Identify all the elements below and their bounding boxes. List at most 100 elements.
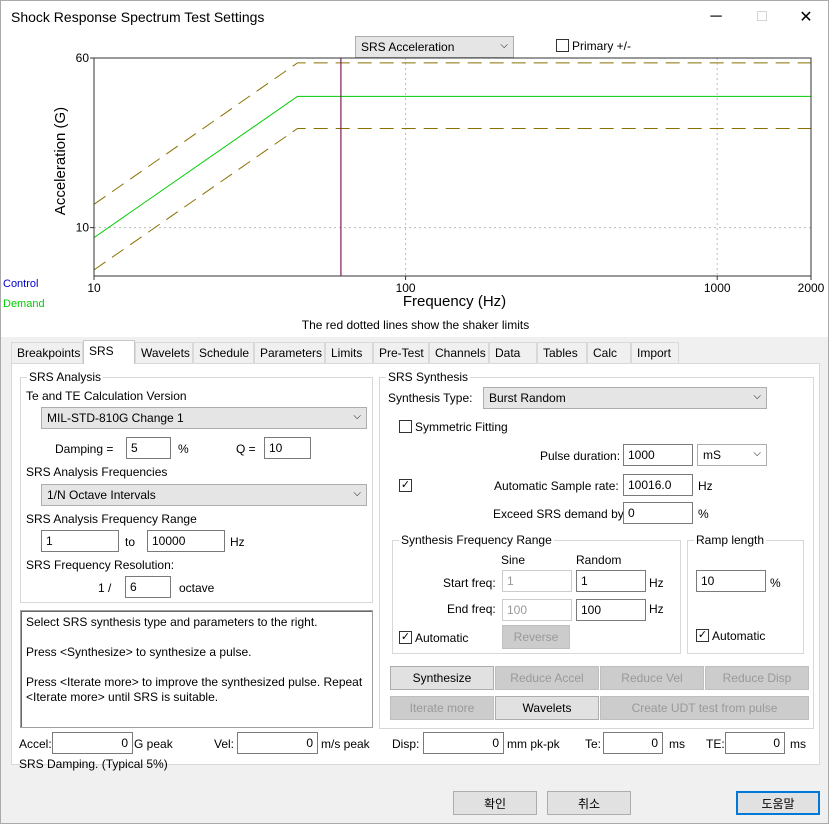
help-line-3a: Press <Iterate more> to improve the synt… bbox=[26, 675, 363, 689]
ramp-auto-checkbox[interactable]: ✓ bbox=[696, 629, 709, 642]
ramp-auto-label: Automatic bbox=[712, 629, 766, 643]
range-to-input[interactable]: 10000 bbox=[147, 530, 225, 552]
reduce-disp-button: Reduce Disp bbox=[705, 666, 809, 690]
tab-label: Schedule bbox=[199, 346, 250, 360]
dialog-window: Shock Response Spectrum Test Settings ─ … bbox=[0, 0, 829, 824]
te-big-unit: ms bbox=[790, 737, 806, 751]
chart-area: SRS Acceleration ⌵ Primary +/- 10 100 1000… bbox=[1, 33, 828, 337]
wavelets-button[interactable]: Wavelets bbox=[495, 696, 599, 720]
synthesis-type-value: Burst Random bbox=[489, 391, 566, 405]
version-select-value: MIL-STD-810G Change 1 bbox=[47, 411, 184, 425]
symmetric-label: Symmetric Fitting bbox=[415, 420, 508, 434]
te-small-readout: 0 bbox=[603, 732, 663, 754]
version-select[interactable]: MIL-STD-810G Change 1 ⌵ bbox=[41, 407, 367, 429]
synthesis-type-select[interactable]: Burst Random ⌵ bbox=[483, 387, 767, 409]
range-label: SRS Analysis Frequency Range bbox=[26, 512, 197, 526]
tab-calc[interactable]: Calc bbox=[587, 342, 631, 363]
tab-parameters[interactable]: Parameters bbox=[254, 342, 325, 363]
auto-sample-rate-checkbox[interactable]: ✓ bbox=[399, 479, 412, 492]
window-title: Shock Response Spectrum Test Settings bbox=[11, 9, 265, 25]
synthesize-button[interactable]: Synthesize bbox=[390, 666, 494, 690]
end-freq-label: End freq: bbox=[447, 602, 496, 616]
freq-auto-label: Automatic bbox=[415, 631, 469, 645]
te-small-unit: ms bbox=[669, 737, 685, 751]
damping-unit: % bbox=[178, 442, 189, 456]
tab-schedule[interactable]: Schedule bbox=[193, 342, 254, 363]
tab-srs[interactable]: SRS bbox=[83, 340, 135, 364]
ramp-length-group: Ramp length 10 % ✓ Automatic bbox=[687, 533, 804, 654]
tab-limits[interactable]: Limits bbox=[325, 342, 373, 363]
exceed-label: Exceed SRS demand by bbox=[493, 507, 624, 521]
pulse-unit-select[interactable]: mS ⌵ bbox=[697, 444, 767, 466]
help-line-3b: <Iterate more> until SRS is suitable. bbox=[26, 690, 219, 704]
te-big-readout: 0 bbox=[725, 732, 785, 754]
group-title: SRS Synthesis bbox=[386, 370, 471, 384]
resolution-label: SRS Frequency Resolution: bbox=[26, 558, 175, 572]
legend-control: Control bbox=[3, 278, 39, 290]
pulse-duration-label: Pulse duration: bbox=[540, 449, 621, 463]
pulse-duration-input[interactable]: 1000 bbox=[623, 444, 693, 466]
q-input[interactable]: 10 bbox=[264, 437, 311, 459]
series-upper-tolerance bbox=[93, 62, 811, 205]
tab-label: Data bbox=[495, 346, 521, 360]
analysis-freqs-select[interactable]: 1/N Octave Intervals ⌵ bbox=[41, 484, 367, 506]
symmetric-checkbox[interactable] bbox=[399, 420, 412, 433]
ramp-length-unit: % bbox=[770, 576, 781, 590]
tab-wavelets[interactable]: Wavelets bbox=[135, 342, 193, 363]
x-tick-label: 10 bbox=[87, 281, 101, 295]
synthesis-freq-range-group: Synthesis Frequency Range Sine Random St… bbox=[392, 533, 681, 654]
minimize-icon[interactable]: ─ bbox=[693, 1, 739, 33]
damping-input[interactable]: 5 bbox=[126, 437, 171, 459]
ok-button[interactable]: 확인 bbox=[453, 791, 537, 815]
tab-data[interactable]: Data bbox=[489, 342, 537, 363]
tab-channels[interactable]: Channels bbox=[429, 342, 489, 363]
accel-label: Accel: bbox=[19, 737, 52, 751]
end-random-input[interactable]: 100 bbox=[576, 599, 646, 621]
y-tick-label: 10 bbox=[76, 221, 90, 235]
legend-demand: Demand bbox=[3, 298, 45, 310]
tab-tables[interactable]: Tables bbox=[537, 342, 587, 363]
range-unit: Hz bbox=[230, 535, 245, 549]
disp-readout: 0 bbox=[423, 732, 504, 754]
tab-label: Import bbox=[637, 346, 672, 360]
pulse-unit-value: mS bbox=[703, 448, 721, 462]
version-label: Te and TE Calculation Version bbox=[26, 389, 187, 403]
ramp-length-input[interactable]: 10 bbox=[696, 570, 766, 592]
series-demand bbox=[93, 95, 811, 239]
group-title: SRS Analysis bbox=[27, 370, 104, 384]
analysis-freqs-value: 1/N Octave Intervals bbox=[47, 488, 156, 502]
sample-rate-input[interactable]: 10016.0 bbox=[623, 474, 693, 496]
x-tick-label: 2000 bbox=[798, 281, 825, 295]
tab-import[interactable]: Import bbox=[631, 342, 679, 363]
cancel-button[interactable]: 취소 bbox=[547, 791, 631, 815]
sample-rate-unit: Hz bbox=[698, 479, 713, 493]
tab-pre-test[interactable]: Pre-Test bbox=[373, 342, 429, 363]
tab-breakpoints[interactable]: Breakpoints bbox=[11, 342, 83, 363]
accel-readout: 0 bbox=[52, 732, 133, 754]
resolution-unit: octave bbox=[179, 581, 215, 595]
srs-chart: 10 100 1000 20001060 Frequency (Hz) Acceler… bbox=[52, 51, 825, 332]
chevron-down-icon: ⌵ bbox=[753, 391, 761, 402]
tab-label: Tables bbox=[543, 346, 578, 360]
tab-label: SRS bbox=[89, 344, 114, 358]
x-tick-label: 1000 bbox=[704, 281, 731, 295]
start-random-input[interactable]: 1 bbox=[576, 570, 646, 592]
reduce-accel-button: Reduce Accel bbox=[495, 666, 599, 690]
end-hz-unit: Hz bbox=[649, 602, 664, 616]
range-from-input[interactable]: 1 bbox=[41, 530, 119, 552]
reduce-vel-button: Reduce Vel bbox=[600, 666, 704, 690]
te-big-label: TE: bbox=[706, 737, 725, 751]
disp-unit: mm pk-pk bbox=[507, 737, 560, 751]
create-udt-button: Create UDT test from pulse bbox=[600, 696, 809, 720]
chevron-down-icon: ⌵ bbox=[753, 448, 761, 459]
help-button[interactable]: 도움말 bbox=[736, 791, 820, 815]
plot-frame bbox=[93, 57, 812, 277]
resolution-prefix: 1 / bbox=[98, 581, 112, 595]
sample-rate-label: Automatic Sample rate: bbox=[494, 479, 619, 493]
exceed-input[interactable]: 0 bbox=[623, 502, 693, 524]
resolution-input[interactable]: 6 bbox=[125, 576, 171, 598]
close-icon[interactable]: ✕ bbox=[783, 1, 829, 33]
help-textbox: Select SRS synthesis type and parameters… bbox=[20, 610, 373, 728]
freq-auto-checkbox[interactable]: ✓ bbox=[399, 631, 412, 644]
range-to-label: to bbox=[125, 535, 136, 549]
